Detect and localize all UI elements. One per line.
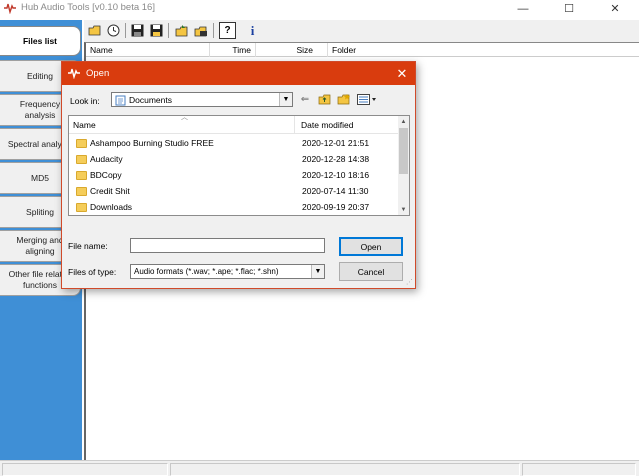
column-header-size[interactable]: Size [256, 43, 328, 57]
scrollbar-thumb[interactable] [399, 128, 408, 174]
column-header-time[interactable]: Time [210, 43, 256, 57]
dialog-titlebar: Open ✕ [62, 62, 415, 85]
files-of-type-label: Files of type: [68, 267, 117, 277]
files-of-type-combo[interactable]: Audio formats (*.wav; *.ape; *.flac; *.s… [130, 264, 325, 279]
open-folder-drive-icon[interactable] [192, 22, 209, 39]
dialog-waveform-icon [68, 68, 80, 79]
folder-date: 2020-12-28 14:38 [302, 154, 370, 164]
toolbar-separator [168, 23, 169, 38]
open-folder-icon[interactable] [86, 22, 103, 39]
open-folder-arrow-icon[interactable] [173, 22, 190, 39]
clock-icon[interactable] [105, 22, 122, 39]
folder-date: 2020-12-10 18:16 [302, 170, 370, 180]
folder-row[interactable]: Downloads 2020-09-19 20:37 [69, 200, 398, 215]
toolbar: ? i [84, 20, 639, 42]
folder-name: Credit Shit [90, 186, 130, 196]
resize-grip-icon[interactable]: ⋰ [406, 278, 413, 286]
files-of-type-value: Audio formats (*.wav; *.ape; *.flac; *.s… [134, 267, 279, 276]
help-icon[interactable]: ? [219, 22, 236, 39]
folder-icon [76, 139, 87, 148]
maximize-button[interactable]: ☐ [546, 0, 592, 17]
back-arrow-icon[interactable]: ⇐ [299, 93, 311, 106]
list-header: Name Time Size Folder [86, 43, 639, 57]
column-header-name[interactable]: Name [69, 116, 295, 134]
save-icon[interactable] [129, 22, 146, 39]
folder-icon [76, 187, 87, 196]
sidebar-tab-files-list[interactable]: Files list [0, 26, 81, 56]
file-list-header: ︿ Name Date modified [69, 116, 398, 134]
status-segment [2, 463, 168, 476]
up-folder-icon[interactable] [317, 93, 331, 106]
new-folder-icon[interactable] [336, 93, 350, 106]
documents-folder-icon [115, 95, 126, 106]
folder-icon [76, 203, 87, 212]
folder-row[interactable]: Audacity 2020-12-28 14:38 [69, 152, 398, 168]
close-window-button[interactable]: ✕ [592, 0, 638, 17]
cancel-button[interactable]: Cancel [339, 262, 403, 281]
info-icon[interactable]: i [244, 22, 261, 39]
open-dialog: Open ✕ Look in: Documents ▼ ⇐ ︿ Name Dat… [61, 61, 416, 289]
folder-row[interactable]: BDCopy 2020-12-10 18:16 [69, 168, 398, 184]
folder-row[interactable]: Ashampoo Burning Studio FREE 2020-12-01 … [69, 136, 398, 152]
toolbar-separator [213, 23, 214, 38]
folder-date: 2020-07-14 11:30 [302, 186, 369, 196]
dialog-close-button[interactable]: ✕ [391, 64, 413, 83]
folder-row[interactable]: Credit Shit 2020-07-14 11:30 [69, 184, 398, 200]
folder-icon [76, 155, 87, 164]
folder-name: Ashampoo Burning Studio FREE [90, 138, 214, 148]
dialog-title: Open [86, 68, 110, 79]
status-bar [0, 460, 639, 476]
save-as-icon[interactable] [148, 22, 165, 39]
window-title: Hub Audio Tools [v0.10 beta 16] [21, 2, 155, 13]
scroll-down-icon[interactable]: ▼ [398, 204, 409, 215]
folder-date: 2020-12-01 21:51 [302, 138, 370, 148]
view-menu-icon[interactable] [356, 93, 378, 106]
file-name-label: File name: [68, 241, 108, 251]
minimize-button[interactable]: — [500, 0, 546, 17]
look-in-value: Documents [129, 95, 172, 105]
window-titlebar: Hub Audio Tools [v0.10 beta 16] — ☐ ✕ [0, 0, 639, 17]
chevron-down-icon[interactable]: ▼ [311, 265, 324, 278]
dialog-file-list[interactable]: ︿ Name Date modified Ashampoo Burning St… [68, 115, 410, 216]
folder-name: BDCopy [90, 170, 122, 180]
folder-name: Audacity [90, 154, 123, 164]
folder-date: 2020-09-19 20:37 [302, 202, 370, 212]
status-segment [522, 463, 636, 476]
look-in-combo[interactable]: Documents ▼ [111, 92, 293, 107]
toolbar-separator [125, 23, 126, 38]
vertical-scrollbar[interactable]: ▲ ▼ [398, 116, 409, 215]
status-segment [170, 463, 520, 476]
chevron-down-icon[interactable]: ▼ [279, 93, 292, 106]
look-in-label: Look in: [70, 96, 100, 106]
file-name-input[interactable] [130, 238, 325, 253]
app-waveform-icon [4, 3, 16, 14]
folder-icon [76, 171, 87, 180]
scroll-up-icon[interactable]: ▲ [398, 116, 409, 127]
column-header-date-modified[interactable]: Date modified [295, 116, 398, 134]
column-header-folder[interactable]: Folder [328, 43, 639, 57]
column-header-name[interactable]: Name [86, 43, 210, 57]
open-button[interactable]: Open [339, 237, 403, 256]
folder-name: Downloads [90, 202, 133, 212]
